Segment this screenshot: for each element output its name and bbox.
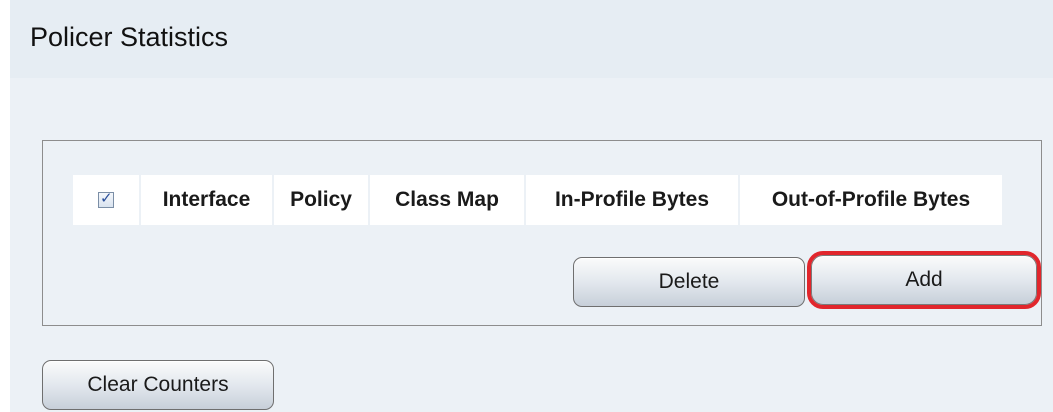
column-header-interface[interactable]: Interface [141,175,272,225]
select-all-checkbox[interactable]: ✓ [98,190,114,208]
checkmark-icon: ✓ [100,190,113,207]
add-button[interactable]: Add [807,251,1041,309]
policer-statistics-page: Policer Statistics ✓ Interface Policy Cl… [0,0,1053,412]
delete-button[interactable]: Delete [573,257,805,307]
column-header-out-of-profile-bytes[interactable]: Out-of-Profile Bytes [740,175,1002,225]
column-header-class-map[interactable]: Class Map [370,175,524,225]
page-title: Policer Statistics [30,22,229,52]
content-area: ✓ Interface Policy Class Map In-Profile … [10,78,1053,412]
table-header-row: ✓ Interface Policy Class Map In-Profile … [73,175,1002,225]
clear-counters-button[interactable]: Clear Counters [42,360,274,410]
column-header-policy[interactable]: Policy [274,175,368,225]
select-all-header-cell: ✓ [73,175,139,225]
statistics-table-panel: ✓ Interface Policy Class Map In-Profile … [42,140,1042,326]
title-bar: Policer Statistics [10,0,1053,78]
column-header-in-profile-bytes[interactable]: In-Profile Bytes [526,175,738,225]
